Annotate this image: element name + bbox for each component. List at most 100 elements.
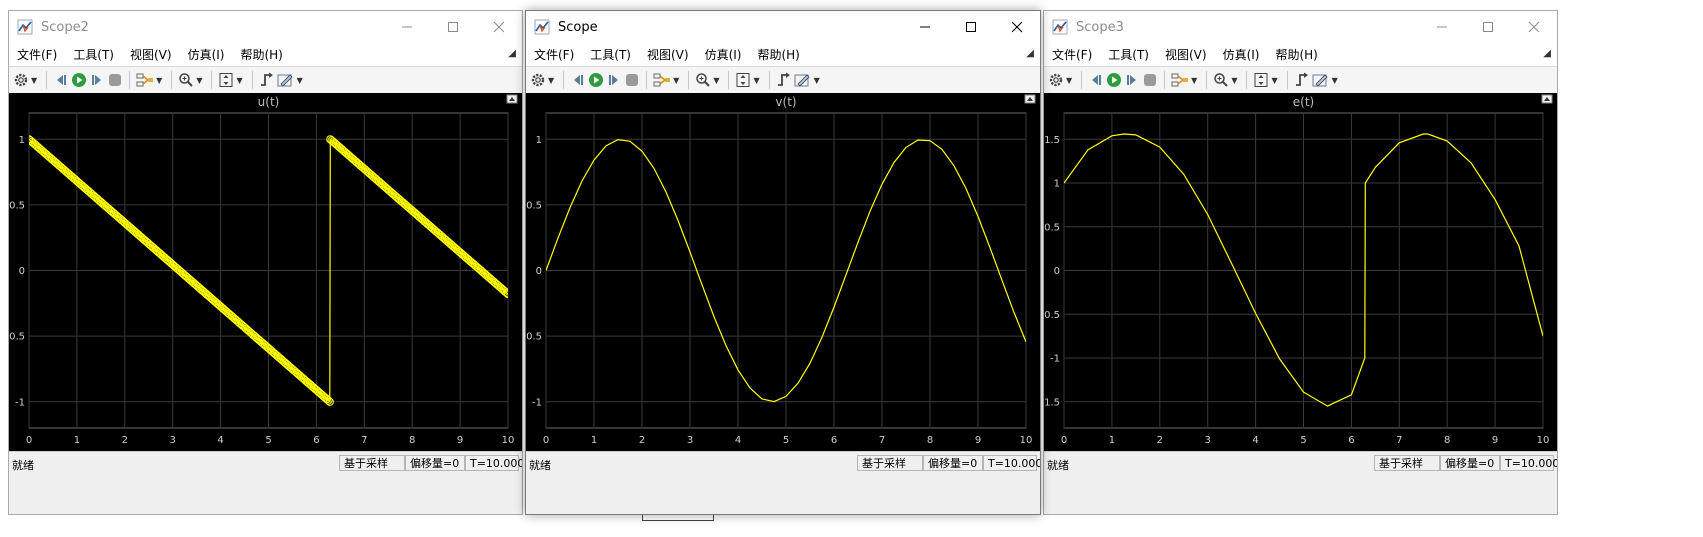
run-button[interactable] [71,70,87,90]
status-text: 就绪 [529,459,551,472]
menu-view[interactable]: 视图(V) [122,46,180,63]
menu-overflow-icon[interactable]: ◢ [1026,48,1034,59]
scope-plot[interactable]: e(t) 0 1 2 3 4 5 6 7 8 9 10 -1.5 -1 -0.5 0 0.5 1 1.5 [1044,93,1555,451]
x-tick-label: 9 [457,435,463,446]
plot-title: v(t) [775,95,796,109]
stop-icon [109,74,122,86]
highlight-block-button[interactable]: ▼ [653,70,682,90]
y-tick-label: -1 [1050,354,1060,365]
triggers-button[interactable] [776,70,792,90]
gear-icon [1049,73,1063,87]
zoom-in-icon [1214,73,1229,87]
plot-title: e(t) [1293,95,1314,109]
zoom-in-icon [696,73,711,87]
step-forward-button[interactable] [606,70,622,90]
menu-file[interactable]: 文件(F) [1044,46,1100,63]
scope-plot[interactable]: u(t) 0 1 2 3 4 5 6 7 8 9 10 -1 -0.5 0 0.5 1 [9,93,520,451]
run-button[interactable] [1106,70,1122,90]
y-tick-label: -0.5 [9,332,25,343]
close-button[interactable] [1511,11,1557,43]
minimize-button[interactable] [384,11,430,43]
status-bar: 就绪 基于采样 偏移量=0 T=10.000 [526,451,1040,476]
triggers-button[interactable] [259,70,275,90]
minimize-button[interactable] [1419,11,1465,43]
plot-area[interactable]: v(t) 0 1 2 3 4 5 6 7 8 9 10 -1 -0.5 0 0.5 1 [526,93,1040,451]
menu-tools[interactable]: 工具(T) [1100,46,1157,63]
menu-simulation[interactable]: 仿真(I) [1215,46,1268,63]
menu-view[interactable]: 视图(V) [1157,46,1215,63]
close-button[interactable] [476,11,522,43]
menu-help[interactable]: 帮助(H) [232,46,290,63]
fit-to-view-icon [736,73,750,87]
play-icon [589,73,604,87]
y-tick-label: -1 [532,397,542,408]
step-forward-button[interactable] [89,70,105,90]
toolbar: ▼ ▼ ▼ ▼ ▼ [526,66,1040,94]
zoom-button[interactable]: ▼ [1213,70,1240,90]
step-back-button[interactable] [570,70,586,90]
menu-tools[interactable]: 工具(T) [582,46,639,63]
title-bar[interactable]: Scope [526,11,1040,43]
maximize-button[interactable] [948,11,994,43]
menu-help[interactable]: 帮助(H) [749,46,807,63]
close-button[interactable] [994,11,1040,43]
stop-button[interactable] [1142,70,1158,90]
maximize-button[interactable] [1465,11,1511,43]
highlight-block-button[interactable]: ▼ [1171,70,1200,90]
x-tick-label: 9 [975,435,981,446]
y-tick-label: -1 [15,397,25,408]
zoom-button[interactable]: ▼ [695,70,722,90]
sample-mode-field: 基于采样 [339,455,405,471]
undock-icon[interactable] [1024,94,1036,104]
menu-overflow-icon[interactable]: ◢ [1543,48,1551,59]
scope2-window[interactable]: Scope2 文件(F) 工具(T) 视图(V) 仿真(I) 帮助(H) ◢ ▼ [8,10,523,515]
maximize-icon [1483,22,1493,32]
scope-plot[interactable]: v(t) 0 1 2 3 4 5 6 7 8 9 10 -1 -0.5 0 0.5 1 [526,93,1038,451]
x-tick-label: 7 [1396,435,1402,446]
undock-icon[interactable] [506,94,518,104]
menu-simulation[interactable]: 仿真(I) [180,46,233,63]
scale-axes-button[interactable]: ▼ [1253,70,1280,90]
menu-file[interactable]: 文件(F) [9,46,65,63]
maximize-button[interactable] [430,11,476,43]
run-button[interactable] [588,70,604,90]
menu-view[interactable]: 视图(V) [639,46,697,63]
measurements-button[interactable]: ▼ [794,70,823,90]
title-bar[interactable]: Scope3 [1044,11,1557,43]
sample-mode-field: 基于采样 [1374,455,1440,471]
measurements-button[interactable]: ▼ [1312,70,1341,90]
stop-button[interactable] [107,70,123,90]
scope-window[interactable]: Scope 文件(F) 工具(T) 视图(V) 仿真(I) 帮助(H) ◢ ▼ [525,10,1041,515]
minimize-button[interactable] [902,11,948,43]
step-forward-button[interactable] [1124,70,1140,90]
menu-simulation[interactable]: 仿真(I) [697,46,750,63]
x-tick-label: 8 [927,435,933,446]
stop-button[interactable] [624,70,640,90]
settings-button[interactable]: ▼ [1048,70,1075,90]
menu-file[interactable]: 文件(F) [526,46,582,63]
triggers-button[interactable] [1294,70,1310,90]
menu-help[interactable]: 帮助(H) [1267,46,1325,63]
undock-icon[interactable] [1541,94,1553,104]
measurements-button[interactable]: ▼ [277,70,306,90]
title-bar[interactable]: Scope2 [9,11,522,43]
menu-bar: 文件(F) 工具(T) 视图(V) 仿真(I) 帮助(H) ◢ [1044,43,1557,66]
x-tick-label: 8 [1444,435,1450,446]
y-tick-label: -0.5 [1044,310,1060,321]
plot-area[interactable]: u(t) 0 1 2 3 4 5 6 7 8 9 10 -1 -0.5 0 0.5 1 [9,93,522,451]
menu-overflow-icon[interactable]: ◢ [508,48,516,59]
scale-axes-button[interactable]: ▼ [218,70,245,90]
highlight-block-button[interactable]: ▼ [136,70,165,90]
zoom-button[interactable]: ▼ [178,70,205,90]
scope3-window[interactable]: Scope3 文件(F) 工具(T) 视图(V) 仿真(I) 帮助(H) ◢ ▼ [1043,10,1558,515]
plot-area[interactable]: e(t) 0 1 2 3 4 5 6 7 8 9 10 -1.5 -1 -0.5 0 0.5 1 1.5 [1044,93,1557,451]
step-back-button[interactable] [53,70,69,90]
settings-button[interactable]: ▼ [13,70,40,90]
matlab-logo-icon [534,19,550,35]
stop-icon [1144,74,1157,86]
settings-button[interactable]: ▼ [530,70,557,90]
step-back-button[interactable] [1088,70,1104,90]
offset-field: 偏移量=0 [923,455,983,471]
scale-axes-button[interactable]: ▼ [735,70,762,90]
menu-tools[interactable]: 工具(T) [65,46,122,63]
